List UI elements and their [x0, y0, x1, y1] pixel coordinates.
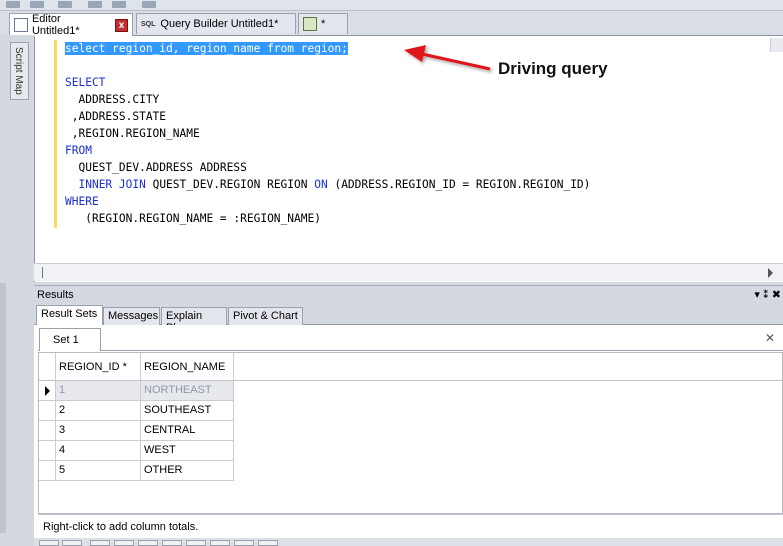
editor-line-1[interactable]: select region_id, region_name from regio… — [65, 40, 348, 57]
tab-pivot-chart[interactable]: Pivot & Chart — [228, 307, 303, 325]
editor-line-4[interactable]: ADDRESS.CITY — [65, 91, 159, 108]
tab-editor-label: Editor Untitled1* — [31, 13, 80, 37]
cell-region-name[interactable]: WEST — [141, 441, 234, 461]
cell-region-name[interactable]: SOUTHEAST — [141, 401, 234, 421]
editor-vertical-scrollbar[interactable] — [770, 38, 783, 52]
nav-delete-button[interactable] — [162, 540, 182, 546]
annotation-arrow-icon — [404, 45, 491, 71]
tab-set-1-label: Set 1 — [53, 334, 79, 346]
editor-line-5[interactable]: ,ADDRESS.STATE — [65, 108, 166, 125]
results-panel-header: Results ▾ ⁑ ✖ — [34, 285, 783, 304]
result-set-tab-strip: Set 1 ✕ — [38, 328, 783, 351]
nav-prev-button[interactable] — [62, 540, 82, 546]
script-map-tab[interactable]: Script Map — [10, 42, 29, 100]
editor-line-6[interactable]: ,REGION.REGION_NAME — [65, 125, 200, 142]
nav-first-button[interactable] — [39, 540, 59, 546]
tab-set-1[interactable]: Set 1 — [39, 328, 101, 351]
editor-line-3[interactable]: SELECT — [65, 74, 105, 91]
nav-cancel-button[interactable] — [234, 540, 254, 546]
editor-line-9[interactable]: INNER JOIN QUEST_DEV.REGION REGION ON (A… — [65, 176, 590, 193]
row-indicator — [39, 421, 56, 441]
left-splitter[interactable] — [0, 283, 6, 533]
scroll-thumb[interactable] — [42, 267, 47, 278]
cell-region-id[interactable]: 4 — [56, 441, 141, 461]
current-row-arrow-icon — [45, 386, 50, 396]
row-indicator — [39, 401, 56, 421]
results-tab-strip: Result Sets Messages Explain Plan Pivot … — [34, 304, 783, 334]
column-header-region-name[interactable]: REGION_NAME — [141, 353, 234, 381]
cell-region-id[interactable]: 3 — [56, 421, 141, 441]
keyword-inner-join: INNER JOIN — [78, 178, 146, 191]
main-toolbar — [0, 0, 783, 11]
tab-query-builder[interactable]: SQL Query Builder Untitled1* — [136, 13, 296, 34]
schema-browser-icon — [303, 17, 317, 31]
editor-change-gutter — [54, 40, 57, 228]
tab-third-label: * — [321, 18, 326, 30]
row-indicator — [39, 461, 56, 481]
row-indicator — [39, 381, 56, 401]
cell-region-name[interactable]: OTHER — [141, 461, 234, 481]
toolbar-button-4[interactable] — [88, 1, 102, 8]
close-set-icon[interactable]: ✕ — [765, 331, 775, 345]
toolbar-button-5[interactable] — [112, 1, 126, 8]
toolbar-button-3[interactable] — [58, 1, 72, 8]
cell-region-id[interactable]: 5 — [56, 461, 141, 481]
nav-insert-button[interactable] — [138, 540, 158, 546]
editor-line-10[interactable]: WHERE — [65, 193, 99, 210]
nav-post-button[interactable] — [210, 540, 230, 546]
tab-third[interactable]: * — [298, 13, 348, 34]
results-grid[interactable]: REGION_ID * REGION_NAME 1 NORTHEAST 2 SO… — [38, 352, 783, 514]
nav-refresh-button[interactable] — [258, 540, 278, 546]
close-tab-icon[interactable]: x — [115, 18, 128, 32]
nav-edit-button[interactable] — [186, 540, 206, 546]
grid-footer[interactable]: Right-click to add column totals. — [38, 514, 783, 538]
keyword-on: ON — [314, 178, 328, 191]
grid-navigation-bar — [34, 538, 783, 546]
row-indicator-header — [39, 353, 56, 381]
row-indicator — [39, 441, 56, 461]
tab-messages-label: Messages — [108, 310, 159, 322]
tab-editor[interactable]: Editor Untitled1* x — [9, 13, 133, 37]
cell-region-id[interactable]: 1 — [56, 381, 141, 401]
tab-result-sets-label: Result Sets — [41, 308, 98, 320]
annotation-label: Driving query — [498, 59, 608, 78]
column-totals-hint: Right-click to add column totals. — [43, 521, 199, 533]
nav-next-button[interactable] — [90, 540, 110, 546]
toolbar-button-2[interactable] — [30, 1, 44, 8]
results-panel-title: Results — [37, 289, 74, 301]
toolbar-button-6[interactable] — [142, 1, 156, 8]
selected-driving-query[interactable]: select region_id, region_name from regio… — [65, 42, 348, 55]
tab-messages[interactable]: Messages — [103, 307, 160, 325]
sql-icon: SQL — [141, 20, 156, 28]
join-table: QUEST_DEV.REGION REGION — [145, 178, 315, 191]
cell-region-id[interactable]: 2 — [56, 401, 141, 421]
cell-region-name[interactable]: CENTRAL — [141, 421, 234, 441]
editor-horizontal-scrollbar[interactable] — [34, 263, 783, 281]
document-icon — [14, 18, 28, 32]
tab-pivot-chart-label: Pivot & Chart — [233, 310, 298, 322]
tab-explain-plan[interactable]: Explain Plan — [161, 307, 227, 334]
editor-line-8[interactable]: QUEST_DEV.ADDRESS ADDRESS — [65, 159, 246, 176]
tab-query-builder-label: Query Builder Untitled1* — [160, 18, 279, 30]
editor-line-11[interactable]: (REGION.REGION_NAME = :REGION_NAME) — [65, 210, 321, 227]
results-panel-controls-icon[interactable]: ▾ ⁑ ✖ — [754, 288, 781, 301]
column-header-region-id[interactable]: REGION_ID * — [56, 353, 141, 381]
document-tab-strip: Editor Untitled1* x SQL Query Builder Un… — [0, 11, 783, 37]
grid-header: REGION_ID * REGION_NAME — [39, 353, 782, 381]
tab-result-sets[interactable]: Result Sets — [36, 305, 103, 326]
nav-last-button[interactable] — [114, 540, 134, 546]
scroll-right-icon[interactable] — [768, 268, 773, 278]
toolbar-button-1[interactable] — [6, 1, 20, 8]
cell-region-name[interactable]: NORTHEAST — [141, 381, 234, 401]
editor-line-7[interactable]: FROM — [65, 142, 92, 159]
script-map-label: Script Map — [13, 47, 24, 95]
join-condition: (ADDRESS.REGION_ID = REGION.REGION_ID) — [327, 178, 591, 191]
